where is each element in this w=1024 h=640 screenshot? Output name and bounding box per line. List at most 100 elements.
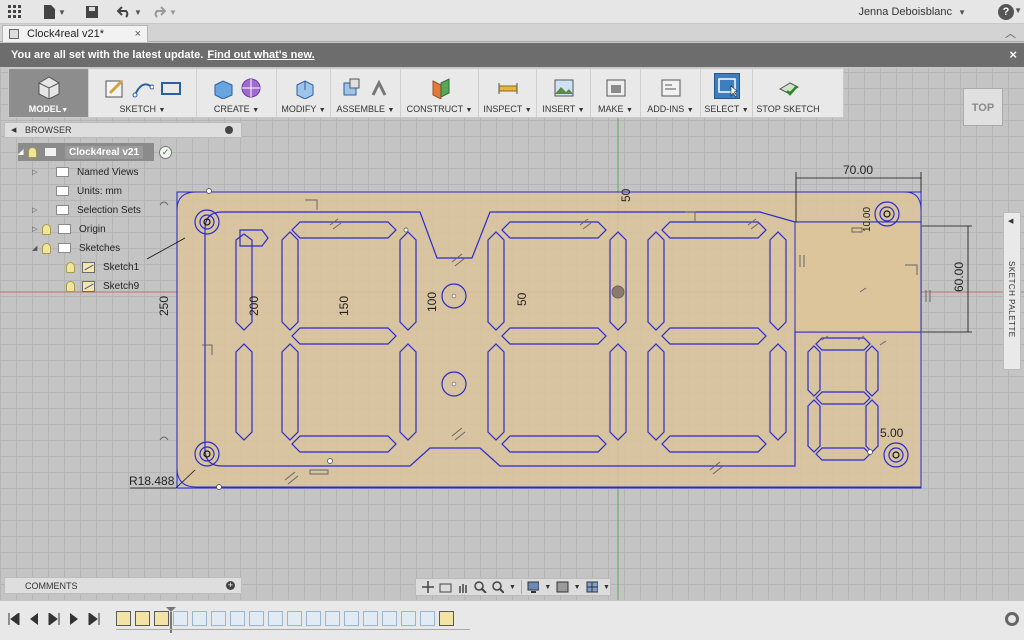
palette-expand-icon[interactable]: ◀ — [1008, 217, 1013, 225]
grid-settings-icon[interactable] — [556, 581, 569, 593]
scripts-icon[interactable] — [660, 77, 682, 99]
timeline-feature-icon[interactable] — [192, 611, 207, 626]
close-notification-icon[interactable]: × — [1009, 47, 1017, 62]
tree-item-sketch9[interactable]: Sketch9 — [66, 277, 139, 295]
create-group[interactable]: CREATE ▼ — [197, 69, 277, 117]
insert-group[interactable]: INSERT ▼ — [537, 69, 591, 117]
timeline-feature-icon[interactable] — [401, 611, 416, 626]
timeline-feature-icon[interactable] — [249, 611, 264, 626]
select-group[interactable]: SELECT ▼ — [701, 69, 753, 117]
viewports-icon[interactable] — [586, 581, 599, 593]
timeline-sketch-icon[interactable] — [116, 611, 131, 626]
orbit-icon[interactable] — [422, 581, 434, 593]
modify-group[interactable]: MODIFY ▼ — [277, 69, 331, 117]
whats-new-link[interactable]: Find out what's new. — [207, 49, 314, 61]
grid-icon[interactable] — [8, 3, 22, 21]
collapse-triangle-icon[interactable]: ◀ — [11, 126, 16, 134]
undo-button[interactable]: ▼ — [117, 3, 142, 21]
app-bar: ▼ ▼ ▼ Jenna Deboisblanc ▼ ? ▼ — [0, 0, 1024, 24]
pan-icon[interactable] — [457, 581, 469, 593]
timeline-feature-icon[interactable] — [268, 611, 283, 626]
user-menu[interactable]: Jenna Deboisblanc ▼ — [858, 6, 966, 18]
visibility-bulb-icon[interactable] — [66, 280, 75, 292]
new-component-icon[interactable] — [341, 77, 363, 99]
insert-image-icon[interactable] — [553, 77, 575, 99]
step-forward-icon[interactable] — [68, 613, 80, 625]
timeline-feature-icon[interactable] — [325, 611, 340, 626]
look-at-icon[interactable] — [439, 581, 452, 593]
construct-group[interactable]: CONSTRUCT ▼ — [401, 69, 479, 117]
go-to-start-icon[interactable] — [8, 613, 20, 625]
rectangle-icon[interactable] — [160, 77, 182, 99]
tree-label: Selection Sets — [77, 204, 141, 216]
timeline-feature-icon[interactable] — [211, 611, 226, 626]
extrude-icon[interactable] — [212, 77, 234, 99]
zoom-icon[interactable] — [474, 581, 487, 593]
sketch-group[interactable]: SKETCH ▼ — [89, 69, 197, 117]
make-group[interactable]: MAKE ▼ — [591, 69, 641, 117]
timeline-feature-icon[interactable] — [230, 611, 245, 626]
tree-item-named-views[interactable]: ▷ Named Views — [32, 163, 139, 181]
gear-icon[interactable] — [1005, 612, 1019, 626]
measure-icon[interactable] — [497, 77, 519, 99]
stop-sketch-icon[interactable] — [777, 77, 799, 99]
close-tab-icon[interactable]: × — [135, 28, 141, 40]
inspect-group[interactable]: INSPECT ▼ — [479, 69, 537, 117]
document-tab[interactable]: Clock4real v21* × — [2, 25, 148, 42]
timeline-feature-icon[interactable] — [382, 611, 397, 626]
play-icon[interactable] — [48, 613, 60, 625]
visibility-bulb-icon[interactable] — [42, 242, 51, 254]
timeline-feature-icon[interactable] — [420, 611, 435, 626]
joint-icon[interactable] — [369, 77, 391, 99]
timeline-feature-icon[interactable] — [344, 611, 359, 626]
dim-radius: R18.488 — [129, 474, 175, 488]
workspace-switcher[interactable]: MODEL▼ — [9, 69, 89, 117]
redo-button[interactable]: ▼ — [152, 3, 177, 21]
offset-plane-icon[interactable] — [429, 77, 451, 99]
tree-item-origin[interactable]: ▷ Origin — [32, 220, 106, 238]
timeline-feature-icon[interactable] — [363, 611, 378, 626]
addins-group[interactable]: ADD-INS ▼ — [641, 69, 701, 117]
model-label: MODEL — [28, 104, 62, 114]
visibility-bulb-icon[interactable] — [28, 146, 37, 158]
step-back-icon[interactable] — [28, 613, 40, 625]
timeline-sketch-icon[interactable] — [135, 611, 150, 626]
arc-icon[interactable] — [132, 77, 154, 99]
timeline-feature-icon[interactable] — [287, 611, 302, 626]
save-icon[interactable] — [86, 3, 98, 21]
stop-sketch-group[interactable]: STOP SKETCH — [753, 69, 823, 117]
form-icon[interactable] — [240, 77, 262, 99]
tree-item-selection-sets[interactable]: ▷ Selection Sets — [32, 201, 141, 219]
undo-icon — [117, 6, 129, 18]
help-caret-icon[interactable]: ▼ — [1014, 6, 1022, 15]
press-pull-icon[interactable] — [293, 77, 315, 99]
document-icon — [56, 186, 69, 196]
select-icon[interactable] — [713, 73, 740, 99]
timeline-sketch-icon[interactable] — [439, 611, 454, 626]
display-settings-icon[interactable] — [527, 581, 540, 593]
create-sketch-icon[interactable] — [104, 77, 126, 99]
make-label: MAKE — [598, 104, 624, 114]
tree-item-sketch1[interactable]: Sketch1 — [66, 258, 139, 276]
view-cube[interactable]: TOP — [963, 88, 1003, 126]
folder-icon — [58, 224, 71, 234]
tree-item-sketches[interactable]: ◢ Sketches — [32, 239, 120, 257]
file-menu-button[interactable]: ▼ — [44, 3, 66, 21]
timeline-feature-icon[interactable] — [306, 611, 321, 626]
tree-item-units[interactable]: Units: mm — [32, 182, 122, 200]
collapse-icon[interactable]: ︿ — [1005, 25, 1016, 41]
browser-header[interactable]: ◀ BROWSER — [4, 122, 242, 138]
visibility-bulb-icon[interactable] — [42, 223, 51, 235]
visibility-bulb-icon[interactable] — [66, 261, 75, 273]
fit-icon[interactable] — [491, 581, 505, 593]
3d-print-icon[interactable] — [605, 77, 627, 99]
assemble-group[interactable]: ASSEMBLE ▼ — [331, 69, 401, 117]
go-to-end-icon[interactable] — [88, 613, 100, 625]
browser-root[interactable]: ◢ Clock4real v21 — [18, 143, 154, 161]
comments-panel[interactable]: COMMENTS + — [4, 577, 242, 594]
add-comment-icon[interactable]: + — [226, 581, 235, 590]
help-icon[interactable]: ? — [998, 4, 1014, 20]
minimize-icon[interactable] — [225, 126, 233, 134]
create-label: CREATE — [213, 104, 250, 114]
sketch-palette[interactable]: ◀ SKETCH PALETTE — [1003, 212, 1021, 370]
